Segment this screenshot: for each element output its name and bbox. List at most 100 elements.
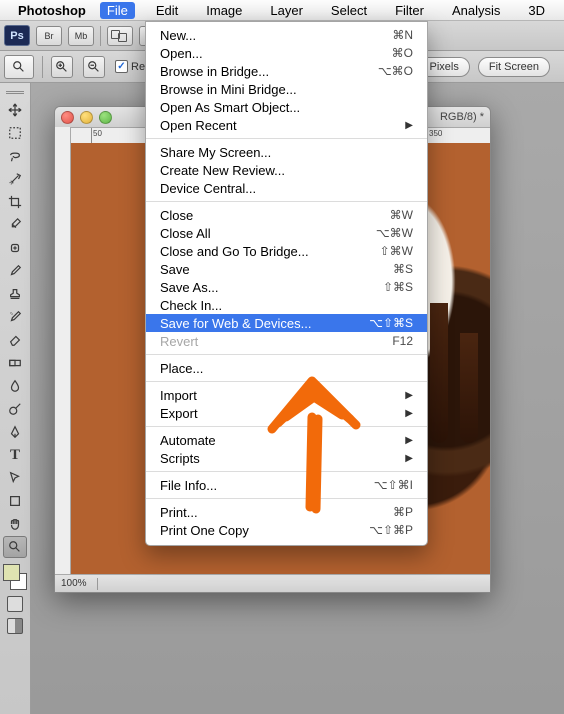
quickmask-off-icon[interactable]	[7, 596, 23, 612]
bridge-chip[interactable]: Br	[36, 26, 62, 46]
menu-item-open-recent[interactable]: Open Recent▶	[146, 116, 427, 134]
menu-item-export[interactable]: Export▶	[146, 404, 427, 422]
menu-item-open-as-smart-object[interactable]: Open As Smart Object...	[146, 98, 427, 116]
menu-item-scripts[interactable]: Scripts▶	[146, 449, 427, 467]
menu-select[interactable]: Select	[324, 2, 374, 19]
zoom-out-icon[interactable]	[83, 56, 105, 78]
menu-item-place[interactable]: Place...	[146, 359, 427, 377]
file-menu-dropdown: New...⌘NOpen...⌘OBrowse in Bridge...⌥⌘OB…	[145, 21, 428, 546]
brush-tool-icon[interactable]	[3, 260, 27, 282]
pen-tool-icon[interactable]	[3, 421, 27, 443]
zoom-level[interactable]: 100%	[61, 578, 87, 589]
gradient-tool-icon[interactable]	[3, 352, 27, 374]
healing-tool-icon[interactable]	[3, 237, 27, 259]
menu-item-browse-in-mini-bridge[interactable]: Browse in Mini Bridge...	[146, 80, 427, 98]
menu-item-automate[interactable]: Automate▶	[146, 431, 427, 449]
menu-item-shortcut: ⌥⌘O	[378, 64, 413, 78]
menu-item-label: Open Recent	[160, 118, 405, 133]
menu-separator	[146, 138, 427, 139]
dodge-tool-icon[interactable]	[3, 398, 27, 420]
menu-edit[interactable]: Edit	[149, 2, 185, 19]
zoom-in-icon[interactable]	[51, 56, 73, 78]
lasso-tool-icon[interactable]	[3, 145, 27, 167]
submenu-arrow-icon: ▶	[405, 408, 413, 419]
menu-item-shortcut: ⌘N	[392, 28, 413, 42]
menu-filter[interactable]: Filter	[388, 2, 431, 19]
vertical-ruler[interactable]	[55, 127, 71, 574]
zoom-window-icon[interactable]	[99, 111, 112, 124]
document-title: RGB/8) *	[440, 111, 484, 123]
menu-item-shortcut: F12	[392, 334, 413, 348]
menu-item-close-all[interactable]: Close All⌥⌘W	[146, 224, 427, 242]
menu-image[interactable]: Image	[199, 2, 249, 19]
ruler-tick-label: 50	[93, 129, 102, 138]
minibridge-chip[interactable]: Mb	[68, 26, 94, 46]
menu-analysis[interactable]: Analysis	[445, 2, 507, 19]
fit-screen-button[interactable]: Fit Screen	[478, 57, 550, 77]
menu-item-new[interactable]: New...⌘N	[146, 26, 427, 44]
menu-item-open[interactable]: Open...⌘O	[146, 44, 427, 62]
menu-item-save[interactable]: Save⌘S	[146, 260, 427, 278]
menu-separator	[146, 498, 427, 499]
menu-item-label: Save As...	[160, 280, 383, 295]
color-swatches[interactable]	[3, 564, 27, 590]
quick-select-tool-icon[interactable]	[3, 168, 27, 190]
foreground-swatch[interactable]	[3, 564, 20, 581]
menu-item-close[interactable]: Close⌘W	[146, 206, 427, 224]
menu-item-label: Automate	[160, 433, 405, 448]
zoom-tool-icon[interactable]	[3, 536, 27, 558]
menu-item-file-info[interactable]: File Info...⌥⇧⌘I	[146, 476, 427, 494]
marquee-tool-icon[interactable]	[3, 122, 27, 144]
menu-item-print[interactable]: Print...⌘P	[146, 503, 427, 521]
menu-layer[interactable]: Layer	[263, 2, 310, 19]
arrange-documents-icon[interactable]	[107, 26, 133, 46]
menu-item-browse-in-bridge[interactable]: Browse in Bridge...⌥⌘O	[146, 62, 427, 80]
menu-item-create-new-review[interactable]: Create New Review...	[146, 161, 427, 179]
minimize-window-icon[interactable]	[80, 111, 93, 124]
menu-item-shortcut: ⌥⌘W	[376, 226, 413, 240]
traffic-lights	[61, 111, 112, 124]
menu-item-label: Create New Review...	[160, 163, 413, 178]
menu-item-shortcut: ⌥⇧⌘P	[369, 523, 413, 537]
shape-tool-icon[interactable]	[3, 490, 27, 512]
quickmask-on-icon[interactable]	[7, 618, 23, 634]
crop-tool-icon[interactable]	[3, 191, 27, 213]
ps-logo-icon[interactable]: Ps	[4, 25, 30, 46]
menu-file[interactable]: File	[100, 2, 135, 19]
hand-tool-icon[interactable]	[3, 513, 27, 535]
document-statusbar: 100%	[55, 574, 490, 592]
close-window-icon[interactable]	[61, 111, 74, 124]
type-tool-icon[interactable]: T	[3, 444, 27, 466]
menu-item-shortcut: ⌘O	[392, 46, 413, 60]
menu-item-device-central[interactable]: Device Central...	[146, 179, 427, 197]
move-tool-icon[interactable]	[3, 99, 27, 121]
blur-tool-icon[interactable]	[3, 375, 27, 397]
eraser-tool-icon[interactable]	[3, 329, 27, 351]
menu-item-shortcut: ⌥⇧⌘I	[374, 478, 413, 492]
menu-item-save-for-web-devices[interactable]: Save for Web & Devices...⌥⇧⌘S	[146, 314, 427, 332]
eyedropper-tool-icon[interactable]	[3, 214, 27, 236]
menu-item-label: Open...	[160, 46, 392, 61]
menu-item-label: Close	[160, 208, 390, 223]
menu-item-label: Browse in Mini Bridge...	[160, 82, 413, 97]
current-tool-icon[interactable]	[4, 55, 34, 79]
menu-item-shortcut: ⌘W	[390, 208, 413, 222]
resize-checkbox[interactable]: ✓	[115, 60, 128, 73]
menu-3d[interactable]: 3D	[521, 2, 552, 19]
menu-item-close-and-go-to-bridge[interactable]: Close and Go To Bridge...⇧⌘W	[146, 242, 427, 260]
menu-item-revert: RevertF12	[146, 332, 427, 350]
menu-item-label: Print...	[160, 505, 393, 520]
panel-grip-icon[interactable]	[0, 89, 30, 95]
menu-item-check-in[interactable]: Check In...	[146, 296, 427, 314]
path-select-tool-icon[interactable]	[3, 467, 27, 489]
menu-item-label: Share My Screen...	[160, 145, 413, 160]
history-brush-tool-icon[interactable]	[3, 306, 27, 328]
menu-item-print-one-copy[interactable]: Print One Copy⌥⇧⌘P	[146, 521, 427, 539]
menu-item-label: Save	[160, 262, 393, 277]
stamp-tool-icon[interactable]	[3, 283, 27, 305]
menu-item-save-as[interactable]: Save As...⇧⌘S	[146, 278, 427, 296]
menu-item-import[interactable]: Import▶	[146, 386, 427, 404]
menu-item-shortcut: ⌥⇧⌘S	[369, 316, 413, 330]
menu-item-share-my-screen[interactable]: Share My Screen...	[146, 143, 427, 161]
app-menu[interactable]: Photoshop	[18, 3, 86, 18]
